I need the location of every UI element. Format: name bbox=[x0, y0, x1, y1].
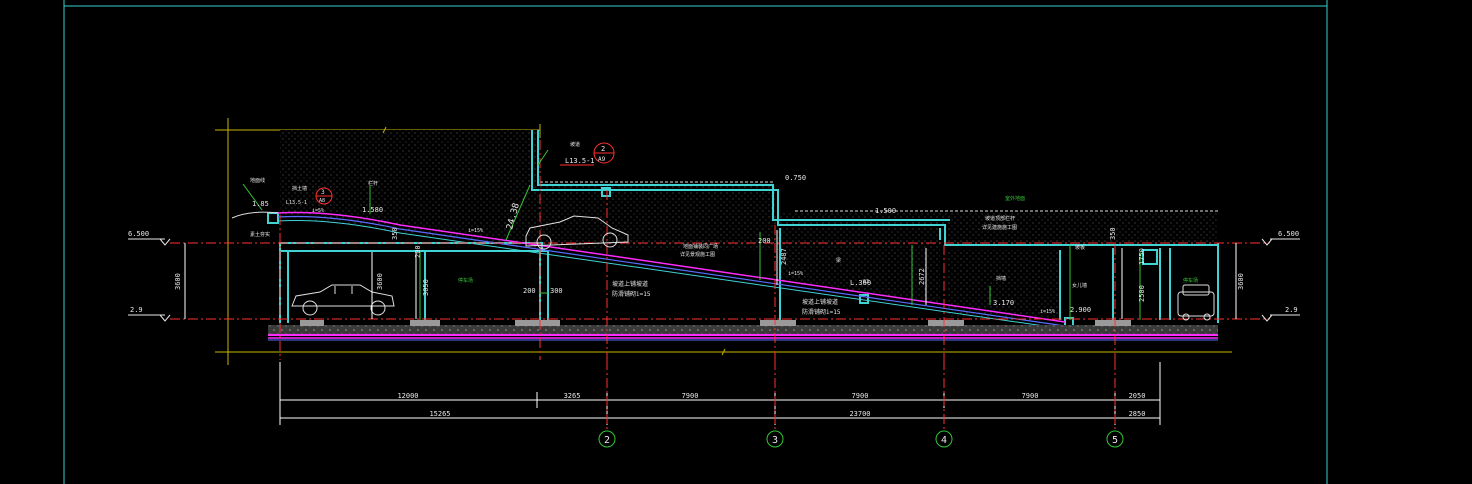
label-ramp-slab: 坡板 bbox=[1075, 244, 1085, 251]
detail-ref-left-sheet: A8 bbox=[319, 198, 325, 204]
level-right-top: 6.500 bbox=[1278, 230, 1299, 238]
ramp-note-4: 防滑铺砌i=15 bbox=[802, 308, 841, 316]
dim-12000: 12000 bbox=[397, 392, 418, 400]
dim-2500: 2500 bbox=[1138, 285, 1146, 302]
level-right-bottom: 2.9 bbox=[1285, 306, 1298, 314]
dim-1750: 1750 bbox=[1138, 248, 1146, 265]
ramp-note-3: 坡道上铺坡道 bbox=[802, 298, 838, 306]
dim-g3: G3 bbox=[863, 279, 869, 285]
axis-label-5: 5 bbox=[1112, 435, 1118, 446]
elev-1580: 1.580 bbox=[362, 206, 383, 214]
detail-ref-left-num: 3 bbox=[321, 189, 325, 196]
axis-label-3: 3 bbox=[772, 435, 778, 446]
dim-7900-c: 7900 bbox=[1022, 392, 1039, 400]
level-left-top: 6.500 bbox=[128, 230, 149, 238]
slope-right: i=15% bbox=[1040, 309, 1055, 315]
car-icon-right bbox=[1177, 284, 1215, 321]
slope-mid: i=15% bbox=[788, 271, 803, 277]
ramp-note-2: 防滑铺砌i=15 bbox=[612, 290, 651, 298]
label-left-3: 素土夯实 bbox=[250, 231, 270, 238]
label-beam: 梁 bbox=[836, 257, 841, 264]
dim-7900-b: 7900 bbox=[852, 392, 869, 400]
dim-7900-a: 7900 bbox=[682, 392, 699, 400]
axis-bubbles bbox=[598, 430, 1124, 448]
dim-2050: 2050 bbox=[1129, 392, 1146, 400]
elev-3170: 3.170 bbox=[993, 299, 1014, 307]
dim-350-b: 350 bbox=[1109, 227, 1117, 240]
label-left-1: 地面线 bbox=[250, 177, 265, 184]
detail-ref-top-sheet: A9 bbox=[598, 156, 606, 163]
elev-1500: 1.500 bbox=[875, 207, 896, 215]
green-label-top: 室外地面 bbox=[1005, 195, 1025, 202]
dim-200-c: 200 bbox=[414, 245, 422, 258]
level-lines bbox=[170, 242, 1270, 320]
slope-top: i=5% bbox=[312, 208, 324, 214]
earth-fill bbox=[280, 130, 1218, 318]
dim-15265: 15265 bbox=[429, 410, 450, 418]
label-ramp: 坡道 bbox=[570, 141, 580, 148]
height-left: 3600 bbox=[174, 273, 182, 290]
dim-2487: 2487 bbox=[780, 248, 788, 265]
detail-ref-top-num: 2 bbox=[601, 145, 605, 153]
axis-label-4: 4 bbox=[941, 435, 947, 446]
dim-300: 300 bbox=[550, 287, 563, 295]
detail-ref-left-code: L13.5-1 bbox=[286, 200, 307, 206]
height-right: 3600 bbox=[1237, 273, 1245, 290]
cad-drawing-canvas[interactable]: 12000 3265 7900 7900 7900 2050 15265 237… bbox=[0, 0, 1472, 484]
right-label-b: 详见建施施工图 bbox=[982, 224, 1017, 231]
green-label-right: 停车场 bbox=[1183, 277, 1198, 284]
label-parapet: 女儿墙 bbox=[1072, 282, 1087, 289]
detail-ref-top[interactable]: 2 A9 L13.5-1 bbox=[560, 142, 615, 166]
right-label-a: 坡道顶部栏杆 bbox=[985, 215, 1015, 222]
elev-2900: 2.900 bbox=[1070, 306, 1091, 314]
label-wall: 挡墙 bbox=[996, 275, 1006, 282]
elev-750: 0.750 bbox=[785, 174, 806, 182]
dim-200-b: 200 bbox=[758, 237, 771, 245]
axis-label-2: 2 bbox=[604, 435, 610, 446]
ramp-note-1: 坡道上铺坡道 bbox=[612, 280, 648, 288]
mid-label-a: 地面铺装同广场 bbox=[683, 243, 718, 250]
green-label-left: 停车场 bbox=[458, 277, 473, 284]
dim-3050: 3050 bbox=[422, 279, 430, 296]
dim-3600-a: 3600 bbox=[376, 273, 384, 290]
detail-ref-top-code: L13.5-1 bbox=[565, 157, 595, 165]
floor-slab bbox=[268, 320, 1218, 341]
mid-label-b: 详见景观施工图 bbox=[680, 251, 715, 258]
dim-2850: 2850 bbox=[1129, 410, 1146, 418]
dim-23700: 23700 bbox=[849, 410, 870, 418]
dim-2672: 2672 bbox=[918, 268, 926, 285]
label-top-left: 栏杆 bbox=[368, 180, 378, 187]
elev-185: 1.85 bbox=[252, 200, 269, 208]
level-left-bottom: 2.9 bbox=[130, 306, 143, 314]
dim-350-a: 350 bbox=[391, 227, 399, 240]
dim-200-a: 200 bbox=[523, 287, 536, 295]
slope-left: i=15% bbox=[468, 228, 483, 234]
label-left-2: 挡土墙 bbox=[292, 185, 307, 192]
dim-3265: 3265 bbox=[564, 392, 581, 400]
